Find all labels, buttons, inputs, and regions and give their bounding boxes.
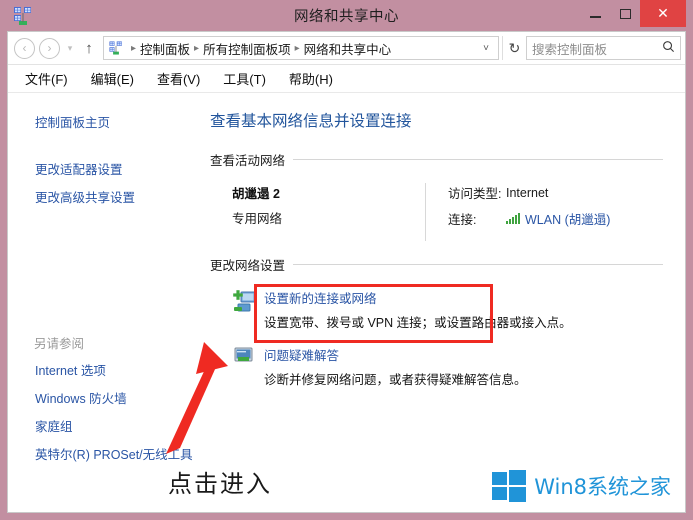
search-input[interactable]: 搜索控制面板 [526,36,681,60]
network-details: 访问类型: Internet 连接: WLAN (胡邋遢) [448,183,610,241]
active-network-row: 胡邋遢 2 专用网络 访问类型: Internet 连接: WLAN (胡邋遢) [210,183,663,241]
troubleshoot-body: 问题疑难解答 诊断并修复网络问题，或者获得疑难解答信息。 [260,345,527,388]
breadcrumb-separator-icon: ▸ [194,42,200,54]
menu-tools[interactable]: 工具(T) [220,67,269,90]
breadcrumb-network-icon [108,40,124,56]
see-also-heading: 另请参阅 [34,337,85,352]
client-area: ‹ › ▾ ↑ ▸ 控制面板 ▸ 所有控制面板项 ▸ 网络和共享中心 ˅ ↻ 搜… [7,31,686,513]
main-content: 查看基本网络信息并设置连接 查看活动网络 胡邋遢 2 专用网络 访问类型: In… [204,93,685,512]
menu-file[interactable]: 文件(F) [22,67,71,90]
new-connection-icon [232,288,260,331]
address-toolbar: ‹ › ▾ ↑ ▸ 控制面板 ▸ 所有控制面板项 ▸ 网络和共享中心 ˅ ↻ 搜… [8,32,685,65]
breadcrumb-dropdown-icon[interactable]: ˅ [476,43,496,54]
title-bar: 网络和共享中心 ✕ [7,0,686,31]
menu-bar: 文件(F) 编辑(E) 查看(V) 工具(T) 帮助(H) [8,65,685,93]
sidebar-item-homegroup[interactable]: 家庭组 [34,415,204,440]
callout-text: 点击进入 [168,470,272,498]
connection-row: 连接: WLAN (胡邋遢) [448,209,610,228]
menu-edit[interactable]: 编辑(E) [88,67,137,90]
close-button[interactable]: ✕ [640,0,686,27]
sidebar-item-windows-firewall[interactable]: Windows 防火墙 [34,387,204,412]
change-settings-heading: 更改网络设置 [210,255,663,274]
section-divider [293,264,663,265]
back-button[interactable]: ‹ [12,36,37,61]
breadcrumb-item-all-items[interactable]: 所有控制面板项 [203,39,291,58]
connection-link[interactable]: WLAN (胡邋遢) [525,209,610,228]
search-icon [662,40,675,56]
setup-new-connection-description: 设置宽带、拨号或 VPN 连接；或设置路由器或接入点。 [264,316,572,330]
active-networks-heading-label: 查看活动网络 [210,154,286,168]
active-networks-heading: 查看活动网络 [210,150,663,169]
watermark: Win8系统之家 [492,470,671,502]
up-button[interactable]: ↑ [78,40,100,57]
sidebar-item-control-panel-home[interactable]: 控制面板主页 [34,111,204,136]
access-type-value: Internet [506,185,549,200]
troubleshoot-title[interactable]: 问题疑难解答 [264,345,527,364]
breadcrumb-separator-icon: ▸ [131,42,137,54]
breadcrumb-separator-icon: ▸ [294,42,300,54]
troubleshoot-description: 诊断并修复网络问题，或者获得疑难解答信息。 [264,373,527,387]
windows-logo-icon [492,470,527,502]
sidebar-item-internet-options[interactable]: Internet 选项 [34,359,204,384]
setup-new-connection-item[interactable]: 设置新的连接或网络 设置宽带、拨号或 VPN 连接；或设置路由器或接入点。 [210,288,663,331]
wifi-signal-icon [506,213,520,224]
menu-help[interactable]: 帮助(H) [286,67,336,90]
network-type: 专用网络 [232,212,283,226]
network-sharing-icon [12,5,34,27]
maximize-button[interactable] [610,0,640,27]
setup-new-connection-title[interactable]: 设置新的连接或网络 [264,288,572,307]
connection-label: 连接: [448,213,477,227]
forward-icon: › [39,37,60,59]
refresh-button[interactable]: ↻ [502,36,526,60]
page-title[interactable]: 查看基本网络信息并设置连接 [210,109,663,131]
forward-button[interactable]: › [37,36,62,61]
sidebar-item-change-adapter-settings[interactable]: 更改适配器设置 [34,158,204,183]
network-name: 胡邋遢 2 [232,187,280,201]
setup-new-connection-body: 设置新的连接或网络 设置宽带、拨号或 VPN 连接；或设置路由器或接入点。 [260,288,572,331]
search-placeholder: 搜索控制面板 [532,42,608,57]
watermark-text: Win8系统之家 [534,475,671,499]
recent-locations-button[interactable]: ▾ [62,43,78,54]
sidebar: 控制面板主页 更改适配器设置 更改高级共享设置 另请参阅 Internet 选项… [8,93,204,512]
window-controls: ✕ [580,0,686,31]
access-type-label: 访问类型: [448,187,502,201]
menu-view[interactable]: 查看(V) [154,67,203,90]
troubleshoot-item[interactable]: 问题疑难解答 诊断并修复网络问题，或者获得疑难解答信息。 [210,345,663,388]
change-settings-heading-label: 更改网络设置 [210,259,286,273]
network-identity: 胡邋遢 2 专用网络 [210,183,425,241]
sidebar-item-change-advanced-sharing[interactable]: 更改高级共享设置 [34,186,204,211]
network-sharing-center-window: 网络和共享中心 ✕ ‹ › ▾ ↑ ▸ 控制面板 ▸ 所有控制面板项 ▸ 网络和… [0,0,693,520]
back-icon: ‹ [14,37,35,59]
breadcrumb-item-control-panel[interactable]: 控制面板 [140,39,190,58]
content-split: 控制面板主页 更改适配器设置 更改高级共享设置 另请参阅 Internet 选项… [8,93,685,512]
section-divider [293,159,663,160]
troubleshoot-icon [232,345,260,388]
breadcrumb[interactable]: ▸ 控制面板 ▸ 所有控制面板项 ▸ 网络和共享中心 ˅ [103,36,499,60]
minimize-button[interactable] [580,0,610,27]
breadcrumb-item-network-sharing[interactable]: 网络和共享中心 [304,39,392,58]
vertical-divider [425,183,426,241]
access-type-row: 访问类型: Internet [448,183,610,202]
